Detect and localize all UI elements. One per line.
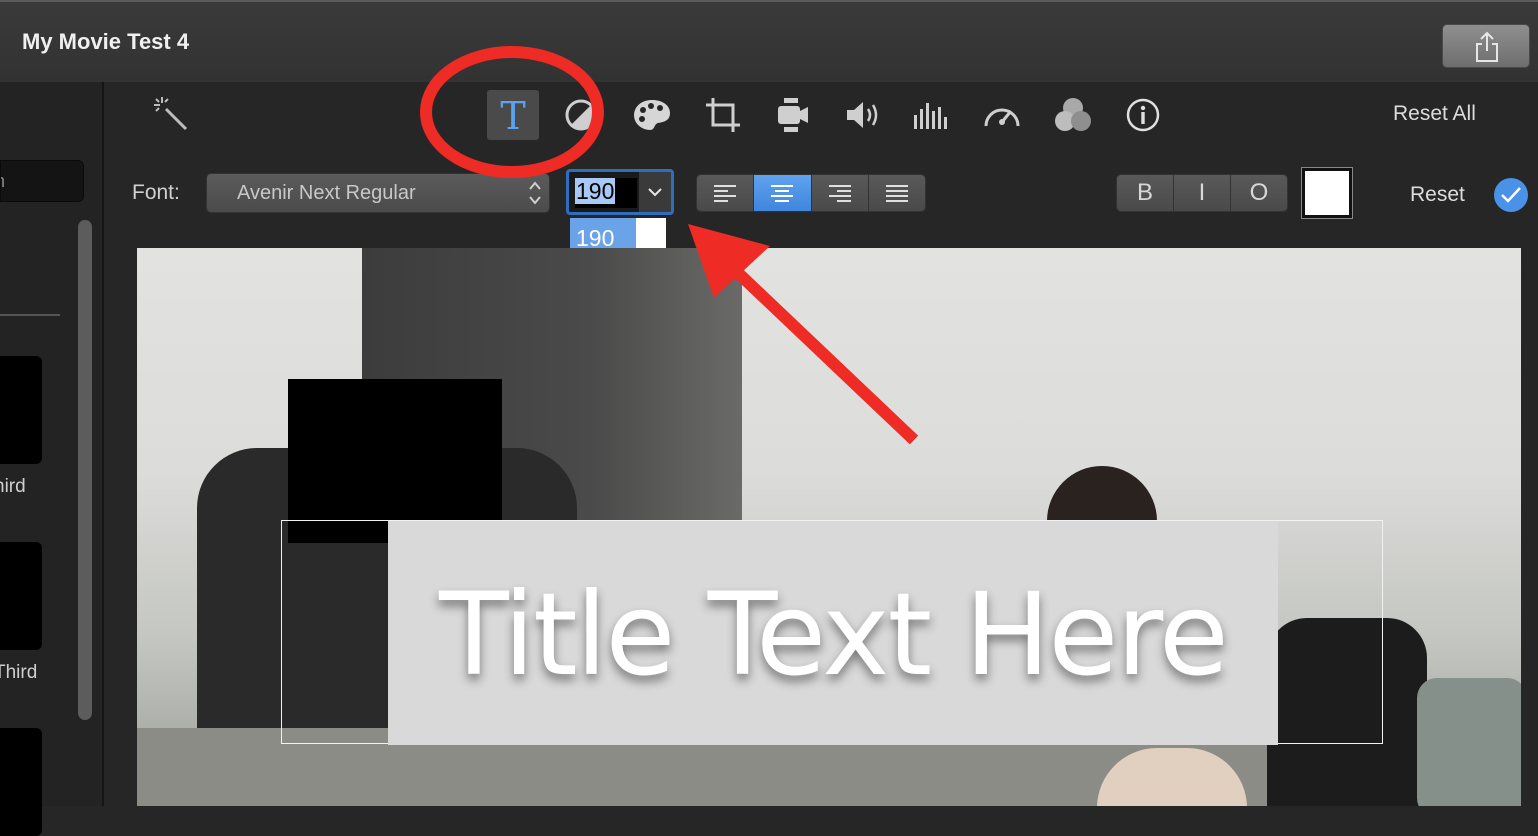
- bold-button[interactable]: B: [1117, 175, 1174, 211]
- reset-all-button[interactable]: Reset All: [1393, 102, 1476, 126]
- align-left-icon: [714, 185, 737, 202]
- text-title-icon[interactable]: T: [487, 90, 539, 140]
- apply-checkmark-button[interactable]: [1494, 178, 1528, 212]
- checkmark-icon: [1501, 187, 1521, 203]
- font-label: Font:: [132, 181, 180, 204]
- sidebar-divider: [0, 314, 60, 316]
- align-left-button[interactable]: [697, 175, 755, 211]
- font-size-combobox[interactable]: 190: [566, 169, 674, 215]
- chevron-down-icon: [648, 188, 662, 197]
- share-button[interactable]: [1442, 24, 1530, 68]
- text-style-segmented-control: B I O: [1116, 174, 1288, 212]
- sidebar: n hird Third: [0, 82, 104, 836]
- font-popup[interactable]: Avenir Next Regular: [206, 173, 550, 213]
- magic-wand-icon[interactable]: [146, 90, 198, 140]
- reset-button[interactable]: Reset: [1410, 183, 1465, 207]
- title-bar: My Movie Test 4: [0, 0, 1538, 82]
- updown-chevron-icon: [529, 181, 541, 205]
- title-thumbnail[interactable]: [0, 728, 42, 836]
- sidebar-search-field[interactable]: n: [0, 160, 84, 202]
- stabilization-camera-icon[interactable]: [767, 90, 819, 140]
- align-right-button[interactable]: [811, 175, 869, 211]
- sidebar-search-text: n: [1, 171, 5, 192]
- alignment-segmented-control: [696, 174, 926, 212]
- align-center-button[interactable]: [754, 175, 812, 211]
- align-justify-button[interactable]: [868, 175, 925, 211]
- color-balance-icon[interactable]: [555, 90, 607, 140]
- font-size-value: 190: [575, 178, 616, 204]
- palette-icon[interactable]: [626, 90, 678, 140]
- crop-icon[interactable]: [697, 90, 749, 140]
- equalizer-icon[interactable]: [906, 90, 958, 140]
- title-thumbnail[interactable]: [0, 542, 42, 650]
- outline-button[interactable]: O: [1231, 175, 1287, 211]
- project-title: My Movie Test 4: [22, 29, 190, 54]
- title-thumbnail-label: Third: [0, 662, 38, 683]
- volume-icon[interactable]: [837, 90, 889, 140]
- text-color-well[interactable]: [1301, 167, 1353, 219]
- info-icon[interactable]: [1117, 90, 1169, 140]
- video-viewer[interactable]: Title Text Here: [137, 248, 1521, 806]
- align-center-icon: [771, 185, 794, 202]
- title-thumbnail-label: hird: [0, 476, 26, 497]
- title-text-overlay[interactable]: Title Text Here: [388, 568, 1278, 701]
- font-size-dropdown-button[interactable]: [639, 172, 671, 212]
- align-right-icon: [828, 185, 851, 202]
- speed-icon[interactable]: [976, 90, 1028, 140]
- share-icon: [1476, 31, 1498, 62]
- italic-button[interactable]: I: [1174, 175, 1231, 211]
- font-popup-value: Avenir Next Regular: [237, 182, 416, 204]
- title-thumbnail[interactable]: [0, 356, 42, 464]
- svg-text:T: T: [500, 96, 525, 134]
- clip-filter-icon[interactable]: [1047, 90, 1099, 140]
- font-size-input[interactable]: 190: [575, 178, 637, 208]
- viewer-scene: [1417, 678, 1521, 806]
- redaction-box: [288, 379, 502, 543]
- sidebar-scrollbar[interactable]: [78, 220, 92, 720]
- align-justify-icon: [885, 185, 908, 202]
